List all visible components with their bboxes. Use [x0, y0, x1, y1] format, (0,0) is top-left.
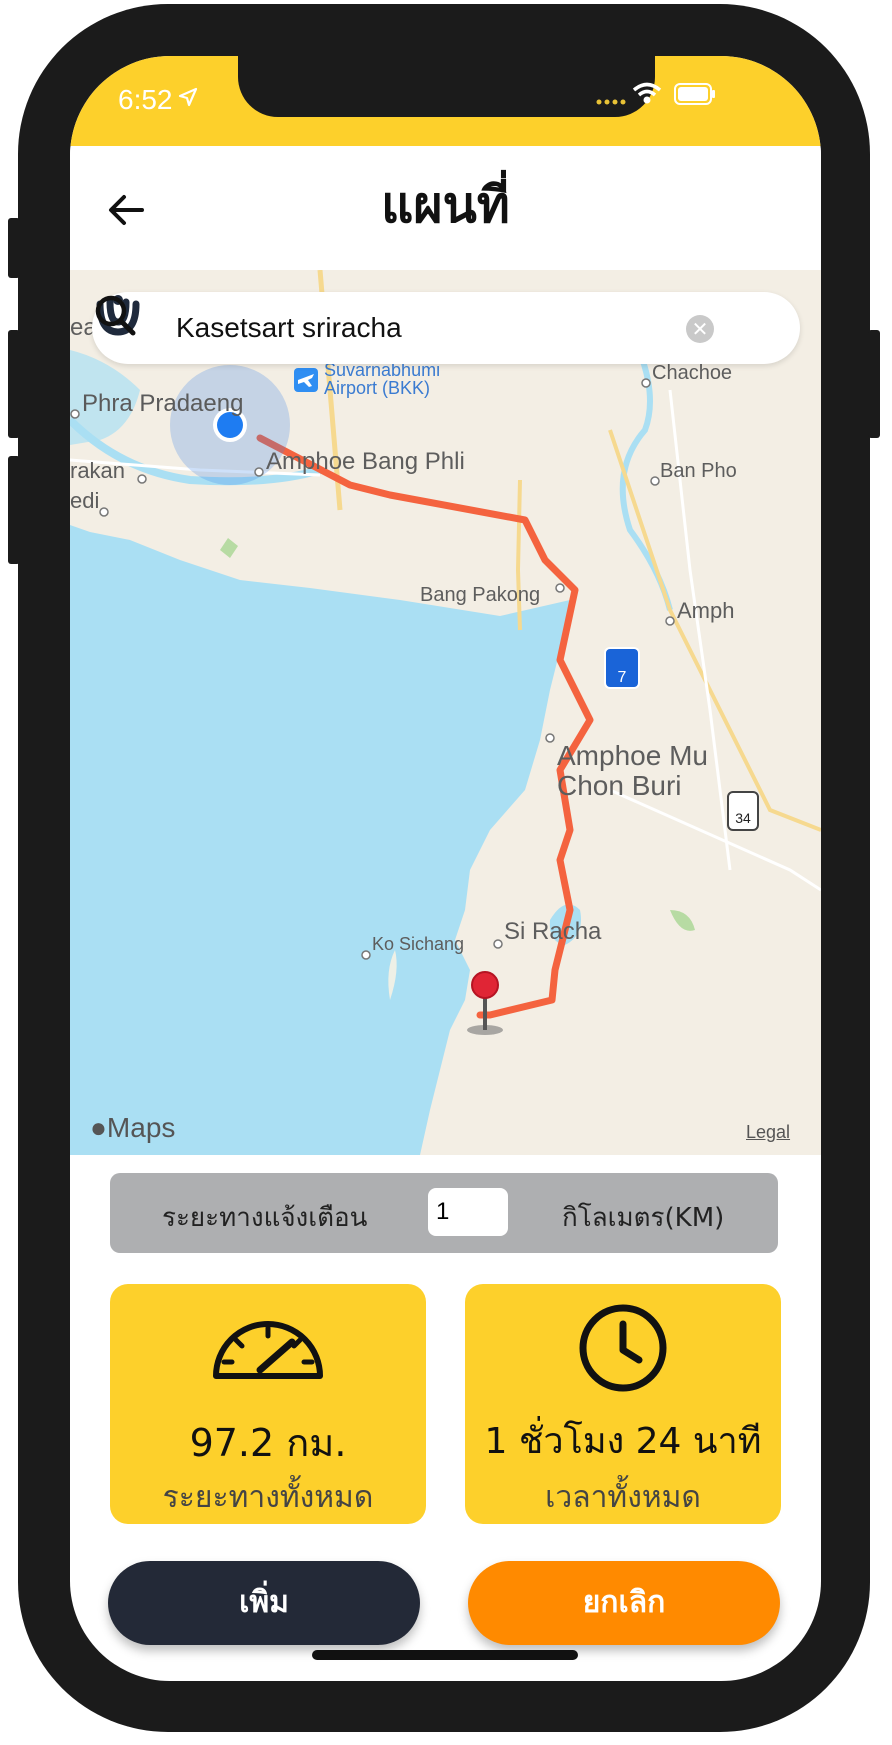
map-label-bang-pakong: Bang Pakong: [420, 584, 541, 606]
map-label-ko-sichang: Ko Sichang: [372, 934, 465, 954]
map-label-amphoe-mu: Amphoe Mu: [557, 740, 708, 771]
route-map[interactable]: 7 34 Phra Pradaeng Suvarnabhumi Airport …: [70, 270, 821, 1155]
nav-bar: แผนที่: [70, 146, 821, 270]
search-icon[interactable]: [92, 292, 138, 338]
side-button: [868, 330, 880, 438]
time-card: 1 ชั่วโมง 24 นาที เวลาทั้งหมด: [465, 1284, 781, 1524]
route-34-number: 34: [735, 810, 751, 826]
add-button[interactable]: เพิ่ม: [108, 1561, 420, 1645]
total-time-caption: เวลาทั้งหมด: [545, 1480, 701, 1515]
home-indicator[interactable]: [312, 1650, 578, 1660]
side-button: [8, 330, 20, 438]
battery-icon: [674, 83, 715, 105]
clock-icon: [579, 1304, 667, 1392]
notch: [238, 56, 655, 117]
alert-distance-unit: กิโลเมตร(KM): [562, 1203, 725, 1233]
map-label-ban-pho: Ban Pho: [660, 460, 737, 482]
distance-card: 97.2 กม. ระยะทางทั้งหมด: [110, 1284, 426, 1524]
map-label-si-racha: Si Racha: [504, 918, 602, 945]
alert-distance-row: ระยะทางแจ้งเตือน กิโลเมตร(KM): [110, 1173, 778, 1253]
map-label-edi: edi: [70, 488, 100, 513]
route-7-number: 7: [618, 669, 627, 686]
map-label-rakan: rakan: [70, 458, 126, 483]
map-label-airport-bkk: Airport (BKK): [324, 378, 431, 398]
page-title: แผนที่: [381, 176, 510, 234]
wifi-icon: [632, 82, 662, 104]
map-label-phra-pradaeng: Phra Pradaeng: [82, 390, 244, 417]
search-input[interactable]: Kasetsart sriracha: [176, 312, 402, 344]
search-bar[interactable]: Kasetsart sriracha ✕: [92, 292, 800, 364]
total-distance-value: 97.2 กม.: [189, 1421, 347, 1465]
status-bar: 6:52: [70, 56, 821, 146]
cancel-button[interactable]: ยกเลิก: [468, 1561, 780, 1645]
total-distance-caption: ระยะทางทั้งหมด: [162, 1480, 374, 1515]
map-label-amphoe-bang-phli: Amphoe Bang Phli: [266, 448, 465, 475]
maps-attribution-text: Maps: [106, 1112, 176, 1143]
map-label-amph: Amph: [677, 598, 735, 623]
map-label-chon-buri: Chon Buri: [557, 770, 682, 801]
legal-link[interactable]: Legal: [746, 1122, 790, 1143]
side-button: [8, 218, 20, 278]
clear-search-icon[interactable]: ✕: [686, 315, 714, 343]
speedometer-icon: [213, 1321, 323, 1379]
side-button: [8, 456, 20, 564]
map-label-chachoe: Chachoe: [652, 362, 733, 384]
maps-attribution: ●Maps: [90, 1112, 175, 1144]
status-time: 6:52: [118, 84, 173, 115]
cellular-icon: [596, 99, 626, 105]
alert-distance-label: ระยะทางแจ้งเตือน: [162, 1203, 368, 1233]
app-screen: 6:52 แผนที่ 7 34 Phra Pradaeng Suvarnabh…: [70, 56, 821, 1681]
location-arrow-icon: [178, 87, 198, 107]
total-time-value: 1 ชั่วโมง 24 นาที: [484, 1421, 762, 1462]
destination-pin[interactable]: [471, 971, 499, 999]
alert-distance-input[interactable]: [428, 1188, 508, 1236]
apple-logo-icon: ●: [90, 1112, 107, 1143]
